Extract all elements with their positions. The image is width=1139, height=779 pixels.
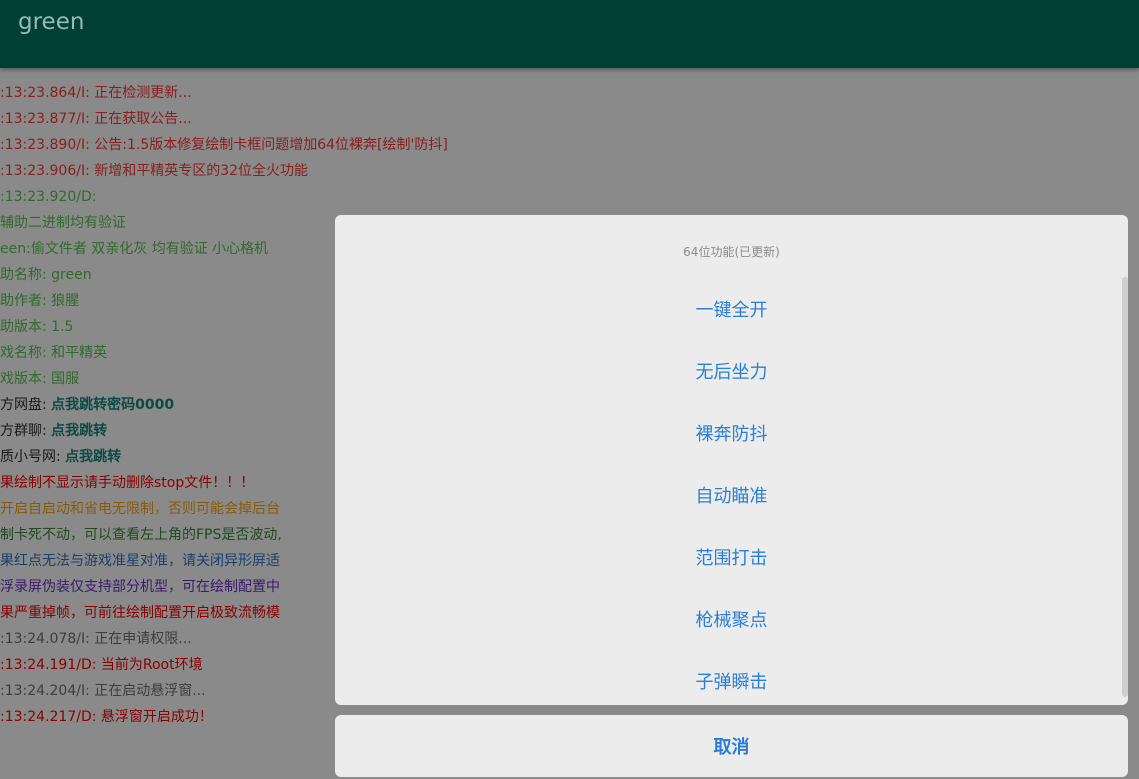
log-line-text: :13:24.078/I: 正在申请权限... [0, 631, 192, 647]
log-line-text: :13:23.906/I: 新增和平精英专区的32位全火功能 [0, 163, 309, 179]
log-line: :13:23.864/I: 正在检测更新... [0, 80, 192, 106]
log-line[interactable]: 方群聊: 点我跳转 [0, 418, 107, 444]
log-line: :13:24.217/D: 悬浮窗开启成功！ [0, 704, 213, 730]
option-button[interactable]: 一键全开 [335, 278, 1128, 340]
log-line: :13:23.920/D: [0, 184, 96, 210]
log-line: 助作者: 狼腥 [0, 288, 79, 314]
option-button[interactable]: 范围打击 [335, 526, 1128, 588]
log-line-text: 戏名称: 和平精英 [0, 345, 108, 361]
log-line-text: 方群聊: [0, 423, 52, 439]
log-line-text: :13:23.864/I: 正在检测更新... [0, 85, 192, 101]
log-line-text: 果严重掉帧，可前往绘制配置开启极致流畅模 [0, 605, 280, 621]
log-link[interactable]: 点我跳转密码0000 [51, 397, 174, 413]
log-line: 戏名称: 和平精英 [0, 340, 107, 366]
log-line-text: :13:24.217/D: 悬浮窗开启成功！ [0, 709, 213, 725]
log-link[interactable]: 点我跳转 [51, 423, 107, 439]
log-line-text: :13:24.191/D: 当前为Root环境 [0, 657, 203, 673]
log-line: :13:24.204/I: 正在启动悬浮窗... [0, 678, 206, 704]
app-title: green [18, 9, 85, 35]
option-button[interactable]: 裸奔防抖 [335, 402, 1128, 464]
log-line: 助版本: 1.5 [0, 314, 73, 340]
log-line-text: 辅助二进制均有验证 [0, 215, 126, 231]
log-line-text: 戏版本: 国服 [0, 371, 80, 387]
log-line: 果严重掉帧，可前往绘制配置开启极致流畅模 [0, 600, 280, 626]
log-line: 开启自启动和省电无限制，否则可能会掉后台 [0, 496, 280, 522]
option-button[interactable]: 无后坐力 [335, 340, 1128, 402]
log-line[interactable]: 质小号网: 点我跳转 [0, 444, 121, 470]
log-line-text: 果红点无法与游戏准星对准，请关闭异形屏适 [0, 553, 280, 569]
cancel-button[interactable]: 取消 [335, 715, 1128, 777]
log-line-text: :13:23.890/I: 公告:1.5版本修复绘制卡框问题增加64位裸奔[绘制… [0, 137, 448, 153]
log-line: :13:23.890/I: 公告:1.5版本修复绘制卡框问题增加64位裸奔[绘制… [0, 132, 448, 158]
option-button[interactable]: 子弹瞬击 [335, 650, 1128, 705]
log-line: een:偷文件者 双亲化灰 均有验证 小心格机 [0, 236, 268, 262]
log-line: 浮录屏伪装仅支持部分机型，可在绘制配置中 [0, 574, 280, 600]
log-line-text: :13:23.877/I: 正在获取公告... [0, 111, 192, 127]
dialog-title: 64位功能(已更新) [683, 245, 780, 259]
option-button[interactable]: 自动瞄准 [335, 464, 1128, 526]
log-line-text: 助作者: 狼腥 [0, 293, 80, 309]
log-line: :13:23.877/I: 正在获取公告... [0, 106, 192, 132]
log-line-text: 果绘制不显示请手动删除stop文件！！！ [0, 475, 255, 491]
log-line: 果红点无法与游戏准星对准，请关闭异形屏适 [0, 548, 280, 574]
log-line-text: 制卡死不动，可以查看左上角的FPS是否波动, [0, 527, 282, 543]
log-line-text: 浮录屏伪装仅支持部分机型，可在绘制配置中 [0, 579, 280, 595]
log-line: 辅助二进制均有验证 [0, 210, 126, 236]
log-line: :13:24.078/I: 正在申请权限... [0, 626, 192, 652]
log-line-text: 方网盘: [0, 397, 52, 413]
option-button[interactable]: 枪械聚点 [335, 588, 1128, 650]
log-line: :13:24.191/D: 当前为Root环境 [0, 652, 203, 678]
log-line-text: :13:23.920/D: [0, 189, 97, 205]
log-link[interactable]: 点我跳转 [65, 449, 121, 465]
log-line-text: 开启自启动和省电无限制，否则可能会掉后台 [0, 501, 280, 517]
log-line-text: :13:24.204/I: 正在启动悬浮窗... [0, 683, 206, 699]
log-line: 戏版本: 国服 [0, 366, 79, 392]
app-bar: green [0, 0, 1139, 68]
log-line-text: 质小号网: [0, 449, 66, 465]
log-line: 制卡死不动，可以查看左上角的FPS是否波动, [0, 522, 282, 548]
log-line: :13:23.906/I: 新增和平精英专区的32位全火功能 [0, 158, 308, 184]
log-line: 助名称: green [0, 262, 92, 288]
log-line-text: een:偷文件者 双亲化灰 均有验证 小心格机 [0, 241, 269, 257]
log-line-text: 助版本: 1.5 [0, 319, 74, 335]
feature-dialog: 64位功能(已更新) 一键全开 无后坐力 裸奔防抖 自动瞄准 范围打击 枪械聚点 子弹瞬击 [335, 215, 1128, 705]
log-line: 果绘制不显示请手动删除stop文件！！！ [0, 470, 254, 496]
log-line-text: 助名称: green [0, 267, 92, 283]
log-line[interactable]: 方网盘: 点我跳转密码0000 [0, 392, 174, 418]
